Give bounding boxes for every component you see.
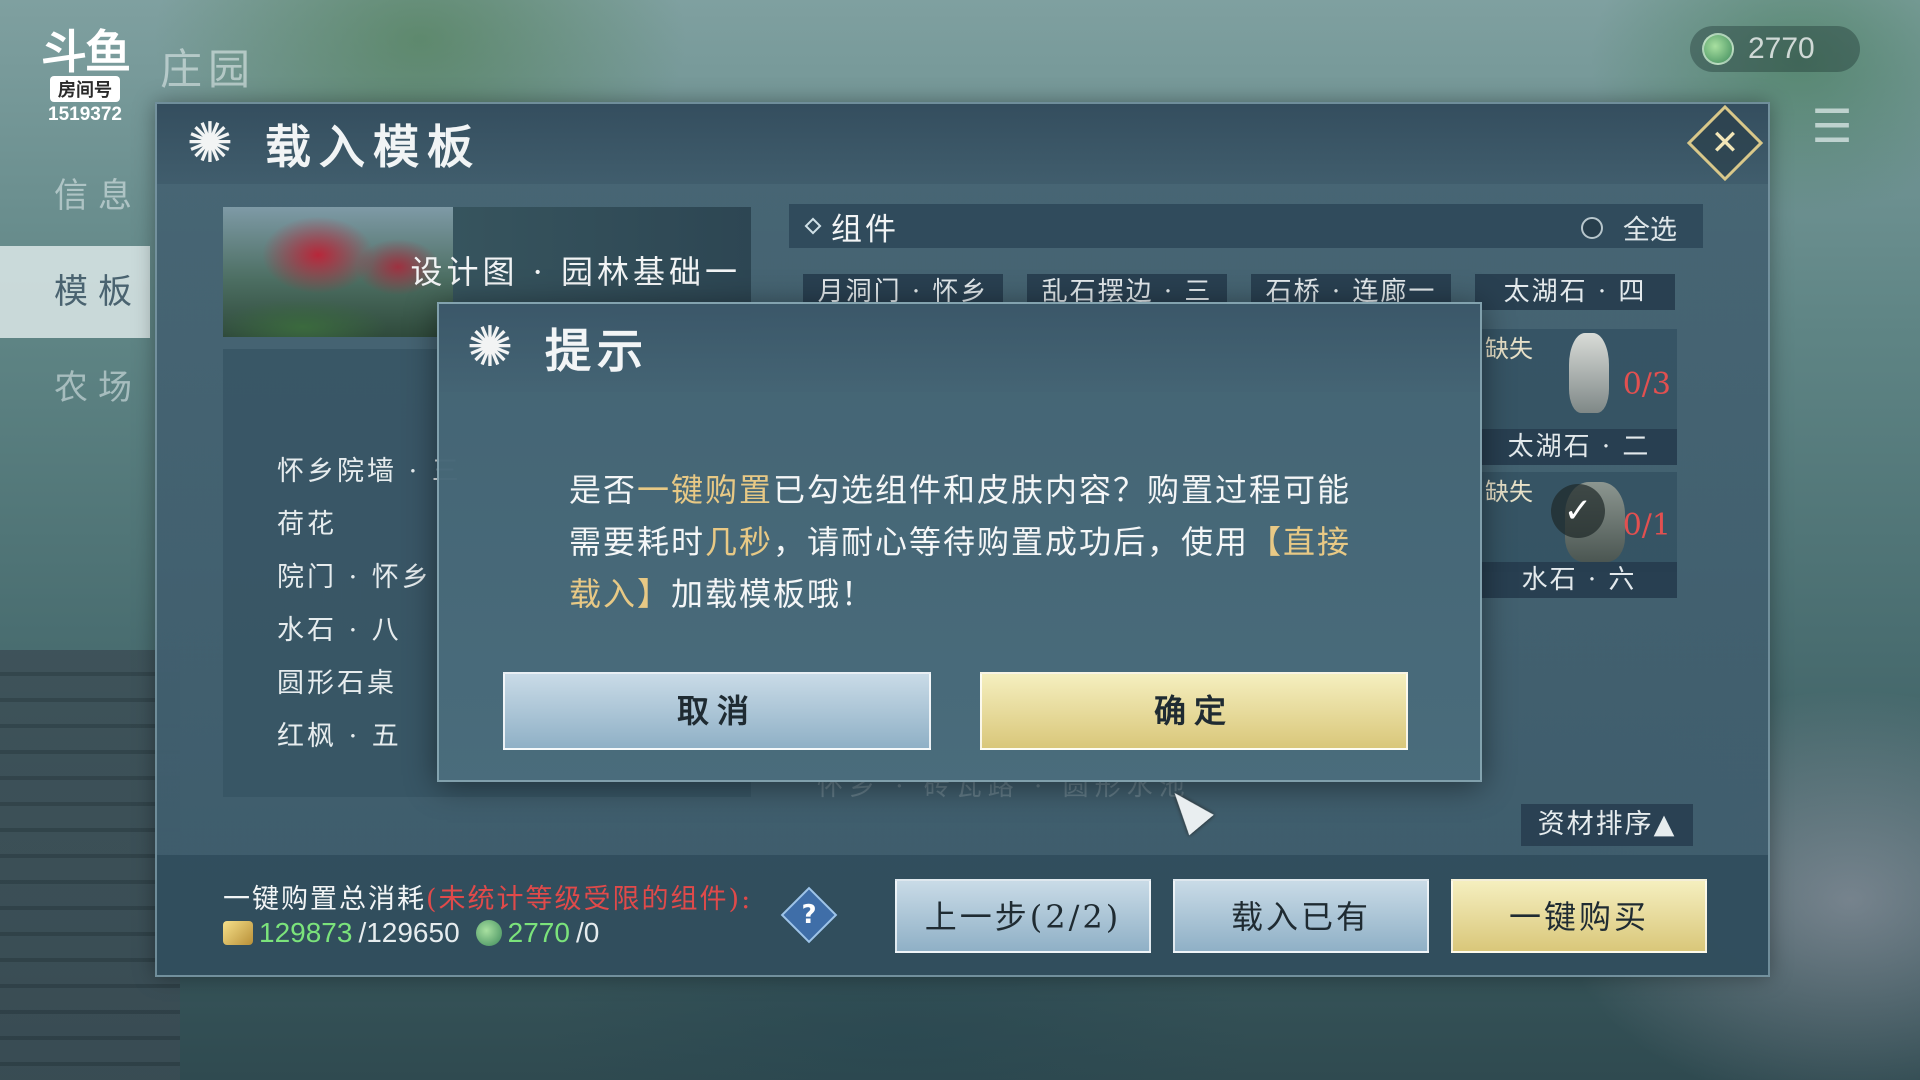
dialog-title: 提示 [545,324,649,378]
panel-header: 载入模板 [157,104,1768,184]
jade-coin-icon [1702,33,1734,65]
checkmark-icon[interactable]: ✓ [1551,484,1605,538]
pinwheel-icon [181,115,239,173]
component-card[interactable]: 缺失 ✓ 0/1 [1481,472,1677,572]
component-name: 水石 · 六 [1481,562,1677,598]
list-item: 院门 · 怀乡 [277,562,432,593]
component-tile[interactable]: 太湖石 · 四 [1475,274,1675,310]
confirm-button[interactable]: 确定 [980,672,1408,750]
sidenav-item-template[interactable]: 模板 [0,246,150,338]
cost-label-text: 一键购置总消耗 [223,884,426,915]
msg-part: 加载模板哦！ [671,575,876,613]
rock-icon [1569,333,1609,413]
list-item: 圆形石桌 [277,668,397,699]
cost-note: (未统计等级受限的组件): [426,884,753,915]
background-deck [0,650,180,1080]
sort-button[interactable]: 资材排序▲ [1521,804,1693,846]
sidenav-item-info[interactable]: 信息 [0,150,150,242]
sidenav-item-farm[interactable]: 农场 [0,342,150,434]
menu-icon[interactable]: ☰ [1804,98,1860,154]
buy-all-button[interactable]: 一键购买 [1451,879,1707,953]
jade-current: 2770 [507,917,570,948]
side-nav: 信息 模板 农场 [0,150,150,438]
panel-title: 载入模板 [265,120,481,174]
components-header: 组件 全选 [789,204,1703,248]
question-icon: ? [801,900,817,930]
cancel-button[interactable]: 取消 [503,672,931,750]
logo-mark: 斗鱼 [41,25,131,79]
dialog-header: 提示 [439,304,1480,392]
component-count: 0/3 [1622,367,1671,402]
logo-tag: 房间号 [50,76,120,102]
jade-total: /0 [575,917,600,948]
pinwheel-icon [461,319,519,377]
list-item: 水石 · 八 [277,615,402,646]
currency-value: 2770 [1748,32,1815,65]
confirm-dialog: 提示 是否一键购置已勾选组件和皮肤内容？购置过程可能需要耗时几秒，请耐心等待购置… [437,302,1482,782]
gold-current: 129873 [259,917,353,948]
jade-coin-icon [475,920,502,946]
component-name: 太湖石 · 二 [1481,429,1677,465]
msg-part: ，请耐心等待购置成功后，使用 [773,523,1250,561]
panel-footer: 一键购置总消耗(未统计等级受限的组件): 129873/129650 2770/… [157,855,1768,975]
gold-ingot-icon [223,921,253,945]
msg-part: 是否 [569,471,638,509]
select-all-label: 全选 [1623,215,1677,246]
close-icon: ✕ [1710,123,1740,163]
list-item: 荷花 [277,509,337,540]
select-all-toggle[interactable]: 全选 [1581,208,1677,247]
load-existing-button[interactable]: 载入已有 [1173,879,1429,953]
help-button[interactable]: ? [780,886,838,944]
template-preview-title: 设计图 · 园林基础一 [410,253,741,291]
scene-title: 庄园 [160,45,257,94]
room-number: 1519372 [48,104,122,125]
stream-logo: 斗鱼 房间号 1519372 [30,28,140,126]
component-card[interactable]: 缺失 0/3 [1481,329,1677,429]
currency-display[interactable]: 2770 [1690,26,1860,72]
missing-tag: 缺失 [1485,478,1533,506]
cost-values: 129873/129650 2770/0 [223,917,599,949]
msg-highlight: 几秒 [705,523,774,561]
list-item: 怀乡院墙 · 三 [277,456,462,487]
missing-tag: 缺失 [1485,335,1533,363]
dialog-message: 是否一键购置已勾选组件和皮肤内容？购置过程可能需要耗时几秒，请耐心等待购置成功后… [569,464,1369,620]
select-all-radio[interactable] [1581,216,1603,239]
diamond-icon [804,217,822,235]
component-count: 0/1 [1622,508,1671,543]
list-item: 红枫 · 五 [277,721,402,752]
cost-label: 一键购置总消耗(未统计等级受限的组件): [223,877,752,916]
components-title: 组件 [831,211,899,248]
msg-highlight: 一键购置 [637,471,774,509]
prev-step-button[interactable]: 上一步(2/2) [895,879,1151,953]
gold-total: /129650 [358,917,460,948]
